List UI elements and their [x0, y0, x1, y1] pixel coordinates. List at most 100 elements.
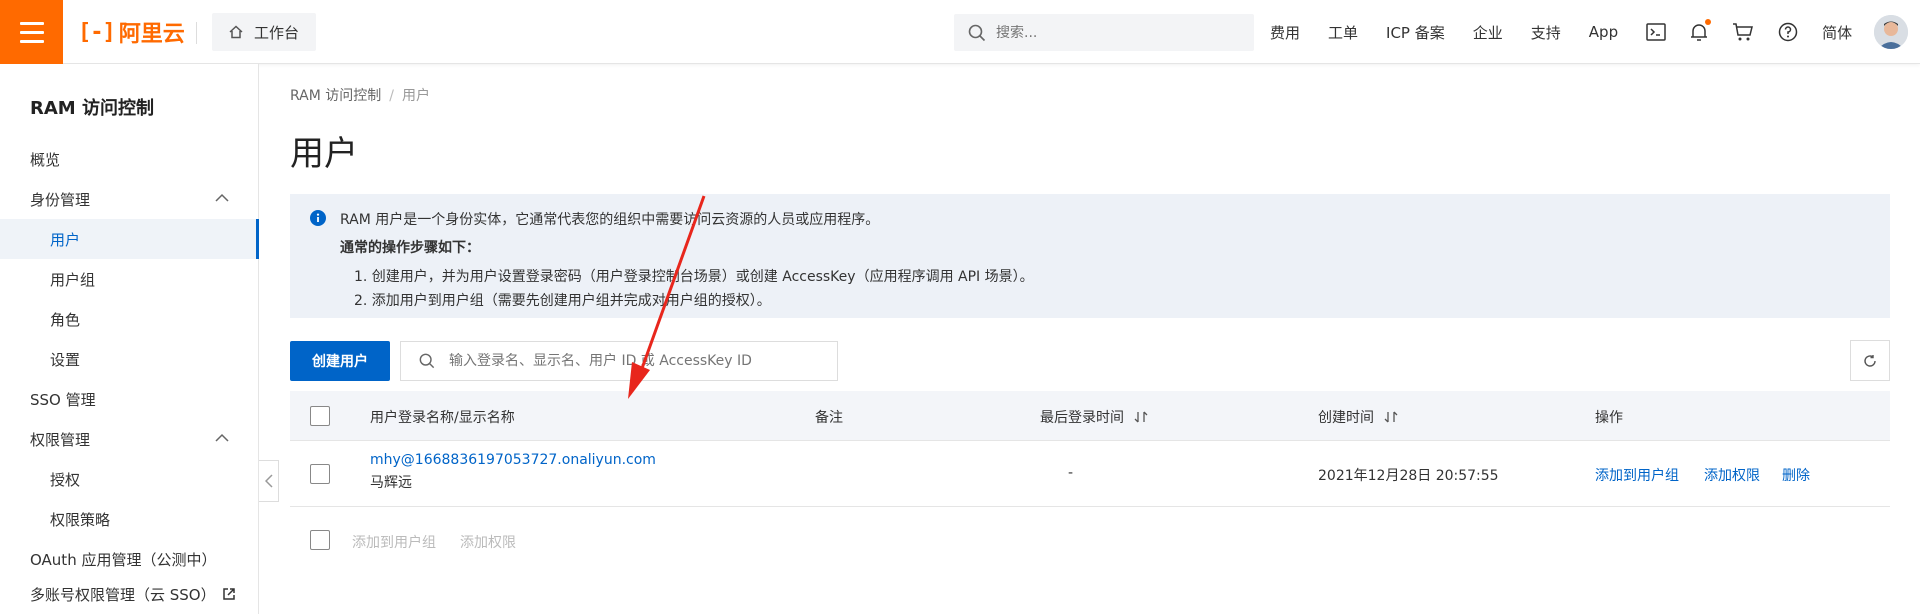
top-nav: 费用 工单 ICP 备案 企业 支持 App 简体	[1270, 0, 1880, 64]
aliyun-logo[interactable]: [-] 阿里云	[78, 18, 185, 48]
info-heading: 通常的操作步骤如下：	[340, 240, 480, 256]
nav-fees[interactable]: 费用	[1270, 22, 1300, 43]
sidebar-item-label: 概览	[30, 150, 61, 169]
help-icon[interactable]	[1778, 22, 1798, 42]
sidebar-title: RAM 访问控制	[30, 98, 154, 119]
sidebar-item-label: 角色	[50, 310, 81, 329]
external-link-icon	[222, 588, 235, 600]
user-filter[interactable]	[400, 341, 838, 381]
sidebar-item-label: 身份管理	[30, 190, 91, 209]
sidebar-item-label: 权限策略	[50, 510, 111, 529]
sidebar-item-grants[interactable]: 授权	[0, 459, 259, 499]
logo-text: 阿里云	[118, 22, 185, 47]
info-description: RAM 用户是一个身份实体，它通常代表您的组织中需要访问云资源的人员或应用程序。	[340, 212, 880, 228]
user-created-time: 2021年12月28日 20:57:55	[1318, 468, 1499, 484]
menu-line	[19, 39, 44, 43]
sidebar-item-label: 权限管理	[30, 430, 91, 449]
sidebar-item-settings[interactable]: 设置	[0, 339, 259, 379]
hamburger-menu-button[interactable]	[0, 0, 63, 64]
table-row: mhy@1668836197053727.onaliyun.com 马辉远 - …	[290, 441, 1890, 507]
breadcrumb: RAM 访问控制 / 用户	[290, 85, 430, 105]
nav-app[interactable]: App	[1589, 23, 1618, 41]
sidebar: RAM 访问控制 概览 身份管理 用户 用户组 角色 设置 SSO 管理 权限管…	[0, 64, 259, 614]
column-header-label: 用户登录名称/显示名称	[370, 410, 515, 426]
sidebar-item-roles[interactable]: 角色	[0, 299, 259, 339]
sidebar-item-policies[interactable]: 权限策略	[0, 499, 259, 539]
nav-support[interactable]: 支持	[1531, 22, 1561, 43]
delete-user-link[interactable]: 删除	[1782, 465, 1810, 485]
column-header-label: 操作	[1595, 410, 1623, 426]
page-title: 用户	[290, 134, 358, 174]
user-login-link[interactable]: mhy@1668836197053727.onaliyun.com	[370, 452, 656, 468]
bell-icon[interactable]	[1690, 19, 1712, 42]
sidebar-item-label: SSO 管理	[30, 390, 96, 409]
column-header-note: 备注	[815, 407, 843, 427]
notification-dot	[1705, 19, 1712, 25]
user-display-name: 马辉远	[370, 475, 412, 491]
main-content: RAM 访问控制 / 用户 用户 RAM 用户是一个身份实体，它通常代表您的组织中需…	[260, 64, 1920, 614]
language-switch[interactable]: 简体	[1822, 22, 1852, 43]
sidebar-item-label: 授权	[50, 470, 81, 489]
global-search-input[interactable]	[996, 24, 1236, 41]
sidebar-item-identity[interactable]: 身份管理	[0, 179, 259, 219]
info-banner: RAM 用户是一个身份实体，它通常代表您的组织中需要访问云资源的人员或应用程序。…	[290, 194, 1890, 318]
refresh-button[interactable]	[1850, 340, 1890, 381]
sort-icon	[1134, 411, 1148, 423]
info-step-2: 2. 添加用户到用户组（需要先创建用户组并完成对用户组的授权）。	[354, 293, 771, 309]
add-permission-link[interactable]: 添加权限	[1704, 465, 1760, 485]
search-icon	[419, 353, 435, 369]
bulk-add-to-group-button[interactable]: 添加到用户组	[352, 532, 436, 552]
global-search[interactable]	[954, 14, 1254, 51]
sidebar-item-permissions[interactable]: 权限管理	[0, 419, 259, 459]
column-header-label: 备注	[815, 410, 843, 426]
column-header-login: 用户登录名称/显示名称	[370, 407, 515, 427]
sort-icon	[1384, 411, 1398, 423]
bulk-actions: 添加到用户组 添加权限	[290, 520, 890, 560]
sidebar-item-label: 多账号权限管理（云 SSO）	[30, 585, 216, 604]
create-user-button[interactable]: 创建用户	[290, 341, 390, 381]
home-icon	[229, 25, 243, 39]
info-step-1: 1. 创建用户，并为用户设置登录密码（用户登录控制台场景）或创建 AccessK…	[354, 269, 1034, 285]
breadcrumb-ram[interactable]: RAM 访问控制	[290, 88, 381, 104]
menu-line	[19, 30, 44, 34]
sidebar-item-cloud-sso[interactable]: 多账号权限管理（云 SSO）	[0, 574, 259, 614]
sidebar-item-users[interactable]: 用户	[0, 219, 259, 259]
add-to-group-link[interactable]: 添加到用户组	[1595, 465, 1679, 485]
workbench-label: 工作台	[254, 23, 300, 42]
search-icon	[968, 24, 986, 41]
column-header-label: 创建时间	[1318, 410, 1374, 426]
column-header-last-login[interactable]: 最后登录时间	[1040, 407, 1148, 427]
sidebar-item-oauth[interactable]: OAuth 应用管理（公测中）	[0, 539, 259, 579]
sidebar-item-user-groups[interactable]: 用户组	[0, 259, 259, 299]
chevron-up-icon	[215, 193, 229, 202]
sidebar-item-label: 用户组	[50, 270, 96, 289]
sidebar-item-label: 用户	[50, 230, 81, 249]
user-search-input[interactable]	[449, 353, 829, 369]
column-header-actions: 操作	[1595, 407, 1623, 427]
workbench-button[interactable]: 工作台	[212, 13, 316, 51]
bulk-add-permission-button[interactable]: 添加权限	[460, 532, 516, 552]
sidebar-item-label: OAuth 应用管理（公测中）	[30, 550, 217, 569]
terminal-icon[interactable]	[1646, 23, 1666, 41]
sidebar-item-sso[interactable]: SSO 管理	[0, 379, 259, 419]
column-header-created[interactable]: 创建时间	[1318, 407, 1398, 427]
table-header: 用户登录名称/显示名称 备注 最后登录时间 创建时间 操作	[290, 391, 1890, 441]
nav-tickets[interactable]: 工单	[1328, 22, 1358, 43]
aliyun-logo-mark-icon: [-]	[78, 19, 116, 45]
bulk-select-checkbox[interactable]	[310, 530, 330, 550]
menu-line	[19, 21, 44, 25]
row-checkbox[interactable]	[310, 464, 330, 484]
nav-enterprise[interactable]: 企业	[1473, 22, 1503, 43]
sidebar-item-label: 设置	[50, 350, 81, 369]
user-last-login: -	[1068, 465, 1074, 481]
breadcrumb-separator: /	[389, 88, 394, 104]
breadcrumb-current: 用户	[402, 88, 430, 104]
cart-icon[interactable]	[1732, 22, 1754, 42]
sidebar-item-overview[interactable]: 概览	[0, 139, 259, 179]
select-all-checkbox[interactable]	[310, 406, 330, 426]
top-bar: [-] 阿里云 工作台 费用 工单 ICP 备案 企业 支持 App	[0, 0, 1920, 64]
user-avatar[interactable]	[1874, 15, 1908, 49]
logo-divider	[196, 22, 197, 44]
chevron-up-icon	[215, 433, 229, 442]
nav-icp[interactable]: ICP 备案	[1386, 22, 1445, 43]
